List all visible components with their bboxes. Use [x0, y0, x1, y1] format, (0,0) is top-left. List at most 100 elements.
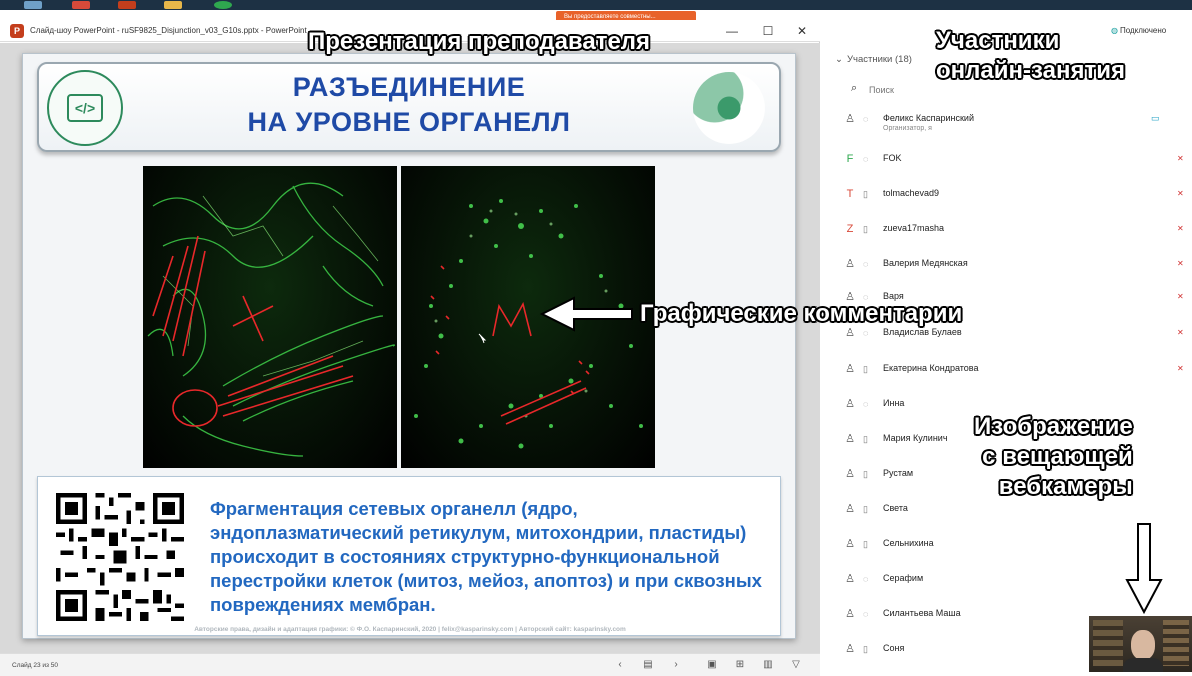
- chevron-down-icon: ⌄: [835, 54, 843, 65]
- slide-footer: Авторские права, дизайн и адаптация граф…: [194, 626, 626, 633]
- muted-mic-icon[interactable]: ✕: [1177, 364, 1184, 373]
- ink-annotations: [152, 235, 354, 427]
- annotation-participants-line1: Участники: [936, 27, 1060, 54]
- slide-body-text: Фрагментация сетевых органелл (ядро, энд…: [210, 498, 762, 615]
- restore-button[interactable]: ☐: [760, 23, 776, 39]
- participant-name: Екатерина Кондратова: [883, 363, 979, 373]
- participant-row[interactable]: ♙ ◌ Феликс Каспаринский Организатор, я ▭: [843, 112, 1183, 140]
- muted-mic-icon[interactable]: ✕: [1177, 292, 1184, 301]
- annotation-graphics: Графические комментарии: [640, 300, 963, 327]
- user-avatar-icon: T: [846, 188, 854, 200]
- annotation-webcam-line2: с вещающей: [982, 443, 1133, 470]
- prev-slide-button[interactable]: ‹: [612, 658, 628, 672]
- user-avatar-icon: ♙: [845, 573, 855, 585]
- participant-name: Мария Кулинич: [883, 433, 948, 443]
- bookshelf: [1163, 620, 1189, 666]
- slideshow-view-button[interactable]: ▽: [788, 658, 804, 672]
- powerpoint-window: P Слайд-шоу PowerPoint - ruSF9825_Disjun…: [0, 20, 820, 676]
- slide[interactable]: </> РАЗЪЕДИНЕНИЕ НА УРОВНЕ ОРГАНЕЛЛ Фраг…: [22, 53, 796, 639]
- participant-name: zueva17masha: [883, 223, 945, 233]
- muted-mic-icon[interactable]: ✕: [1177, 328, 1184, 337]
- bookshelf: [1093, 620, 1123, 666]
- annotation-participants-line2: онлайн-занятия: [936, 57, 1125, 84]
- taskbar-folder-icon[interactable]: [164, 1, 182, 9]
- close-button[interactable]: ✕: [794, 23, 810, 39]
- arrow-down-icon: [1125, 523, 1163, 614]
- user-avatar-icon: ♙: [845, 538, 855, 550]
- device-icon: ◌: [863, 154, 869, 164]
- taskbar-powerpoint-icon[interactable]: [118, 1, 136, 9]
- slide-menu-button[interactable]: ▤: [640, 658, 656, 672]
- minimize-button[interactable]: —: [724, 23, 740, 39]
- annotation-webcam-line1: Изображение: [974, 413, 1133, 440]
- slide-header: </> РАЗЪЕДИНЕНИЕ НА УРОВНЕ ОРГАНЕЛЛ: [37, 62, 781, 152]
- slide-title-line2: НА УРОВНЕ ОРГАНЕЛЛ: [247, 107, 571, 137]
- participant-row[interactable]: T ▯ tolmachevad9 ✕: [843, 187, 1184, 207]
- user-avatar-icon: ♙: [845, 258, 855, 270]
- taskbar-app-icon[interactable]: [214, 1, 232, 9]
- device-icon: ▯: [863, 504, 868, 514]
- user-avatar-icon: ♙: [845, 113, 855, 125]
- user-avatar-icon: ♙: [845, 608, 855, 620]
- qr-code-icon: [56, 493, 184, 621]
- science-logo-icon: </>: [47, 70, 123, 146]
- search-icon: ⌕: [851, 82, 858, 94]
- participant-row[interactable]: ♙ ▯ Света: [843, 502, 1183, 522]
- participant-row[interactable]: Z ▯ zueva17masha ✕: [843, 222, 1184, 242]
- participant-name: Валерия Медянская: [883, 258, 968, 268]
- participant-name: Света: [883, 503, 908, 513]
- device-icon: ◌: [863, 259, 869, 269]
- device-icon: ◌: [863, 399, 869, 409]
- device-icon: ◌: [863, 574, 869, 584]
- reading-view-button[interactable]: ▥: [760, 658, 776, 672]
- connection-label: Подключено: [1119, 26, 1167, 35]
- device-icon: ▯: [863, 539, 868, 549]
- presenter-body: [1123, 658, 1163, 672]
- participant-row[interactable]: F ◌ FOK ✕: [843, 152, 1184, 172]
- muted-mic-icon[interactable]: ✕: [1177, 154, 1184, 163]
- user-avatar-icon: ♙: [845, 643, 855, 655]
- device-icon: ◌: [863, 609, 869, 619]
- next-slide-button[interactable]: ›: [668, 658, 684, 672]
- participant-name: Силантьева Маша: [883, 608, 961, 618]
- camera-icon[interactable]: ▭: [1151, 113, 1160, 124]
- device-icon: ▯: [863, 364, 868, 374]
- device-icon: ▯: [863, 469, 868, 479]
- participant-row[interactable]: ♙ ◌ Валерия Медянская ✕: [843, 257, 1184, 277]
- participant-name: Владислав Булаев: [883, 327, 962, 337]
- muted-mic-icon[interactable]: ✕: [1177, 224, 1184, 233]
- muted-mic-icon[interactable]: ✕: [1177, 189, 1184, 198]
- webcam-preview[interactable]: [1089, 616, 1192, 672]
- normal-view-button[interactable]: ▣: [704, 658, 720, 672]
- annotation-participants: Участники онлайн-занятия: [936, 26, 1125, 86]
- status-bar: Слайд 23 из 50 ‹ ▤ › ▣ ⊞ ▥ ▽: [0, 653, 820, 676]
- screen-root: { "taskbar": { "share_notice": "Вы предо…: [0, 0, 1192, 676]
- participant-row[interactable]: ♙ ◌ Владислав Булаев ✕: [843, 326, 1184, 346]
- taskbar-app-icon[interactable]: [72, 1, 90, 9]
- slide-area: </> РАЗЪЕДИНЕНИЕ НА УРОВНЕ ОРГАНЕЛЛ Фраг…: [0, 43, 820, 653]
- participant-row[interactable]: ♙ ▯ Екатерина Кондратова ✕: [843, 362, 1184, 382]
- participant-name: FOK: [883, 153, 902, 163]
- micrograph-network-image: [147, 182, 396, 457]
- participant-name: Сельнихина: [883, 538, 934, 548]
- window-title: Слайд-шоу PowerPoint - ruSF9825_Disjunct…: [30, 26, 307, 35]
- slide-title-line1: РАЗЪЕДИНЕНИЕ: [292, 72, 526, 102]
- annotation-webcam-line3: вебкамеры: [998, 473, 1133, 500]
- mouse-cursor-icon: [478, 333, 487, 344]
- sorter-view-button[interactable]: ⊞: [732, 658, 748, 672]
- muted-mic-icon[interactable]: ✕: [1177, 259, 1184, 268]
- taskbar-app-icon[interactable]: [24, 1, 42, 9]
- device-icon: ◌: [863, 114, 869, 124]
- slide-counter: Слайд 23 из 50: [12, 662, 59, 669]
- participant-name: Феликс Каспаринский: [883, 113, 974, 123]
- participant-name: tolmachevad9: [883, 188, 940, 198]
- user-avatar-icon: ♙: [845, 503, 855, 515]
- participant-role: Организатор, я: [883, 125, 932, 132]
- user-avatar-icon: F: [846, 153, 854, 165]
- participants-count-label: Участники (18): [846, 54, 912, 65]
- powerpoint-icon: P: [10, 24, 24, 38]
- participants-header[interactable]: ⌄ Участники (18): [835, 54, 912, 65]
- presenter-face: [1131, 630, 1155, 660]
- device-icon: ▯: [863, 224, 868, 234]
- slide-text-box: Фрагментация сетевых органелл (ядро, энд…: [37, 476, 781, 636]
